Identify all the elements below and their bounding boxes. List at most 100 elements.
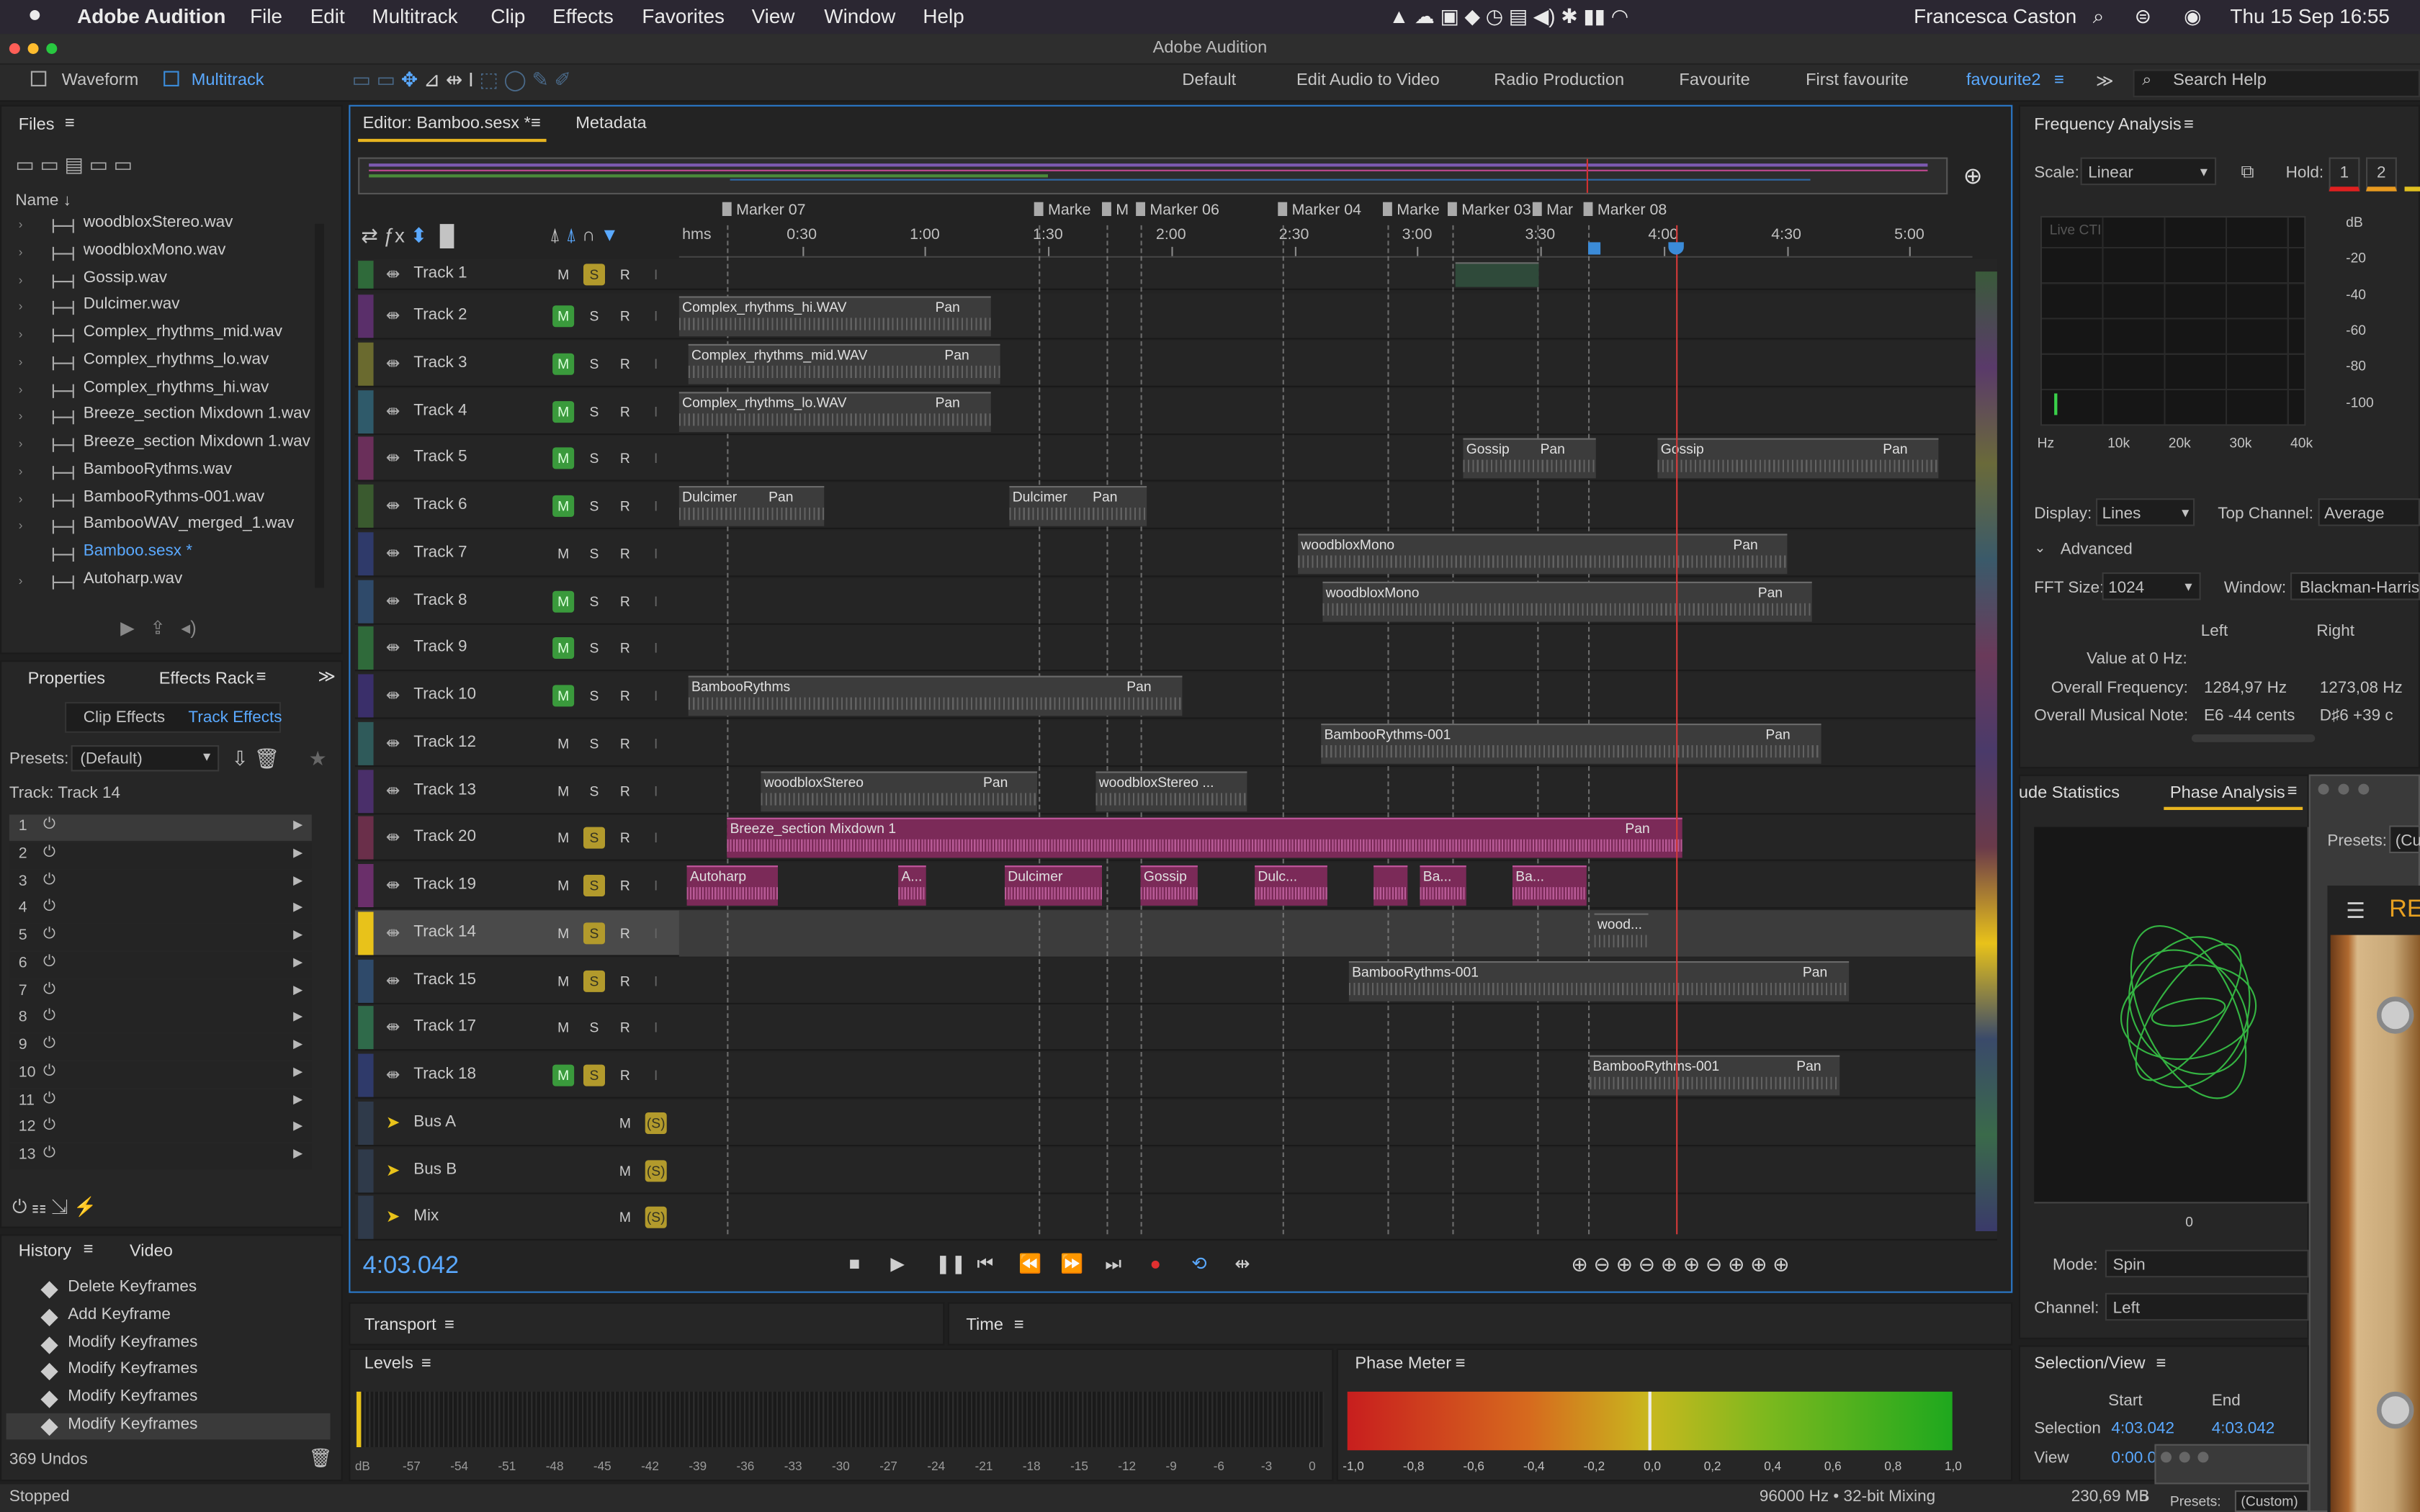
audio-clip[interactable]: woodbloxMono Pan [1298,533,1788,574]
workspace-menu-icon[interactable]: ≡ [2054,71,2064,90]
mute-button[interactable]: M [552,1064,575,1086]
history-item[interactable]: Modify Keyframes [68,1387,197,1405]
skip-button[interactable]: ⇹ [1234,1253,1250,1274]
expand-icon[interactable]: ≫ [318,667,336,687]
file-item[interactable]: BambooRythms.wav [84,459,232,478]
editor-tab[interactable]: Editor: Bamboo.sesx * [363,114,531,133]
solo-button[interactable]: S [583,780,605,801]
effect-slot[interactable]: 11 ⏻ ▶ [9,1088,312,1115]
menu-file[interactable]: File [250,4,282,27]
record-arm-button[interactable]: R [614,1065,636,1086]
panel-menu-icon[interactable]: ≡ [444,1316,454,1335]
solo-button[interactable]: S [583,264,605,286]
track-name[interactable]: Track 20 [413,827,476,846]
plugin-menu-icon[interactable]: ☰ [2346,898,2365,924]
file-item[interactable]: Dulcimer.wav [84,295,180,314]
clip-pan-label[interactable]: Pan [983,774,1008,789]
audio-clip[interactable]: Ba... [1420,865,1466,906]
marker-label[interactable]: M [1116,202,1129,220]
expand-arrow-icon[interactable]: › [19,519,23,533]
record-arm-button[interactable]: R [614,353,636,374]
expand-arrow-icon[interactable]: › [19,327,23,341]
slot-arrow-icon[interactable]: ▶ [293,1037,302,1050]
slot-arrow-icon[interactable]: ▶ [293,955,302,968]
view-start[interactable]: 0:00.0 [2111,1449,2156,1467]
audio-clip[interactable]: woodbloxMono Pan [1322,580,1812,621]
audio-clip[interactable]: Autoharp [686,865,778,906]
expand-arrow-icon[interactable]: › [19,382,23,395]
menu-multitrack[interactable]: Multitrack [372,4,457,27]
chevron-down-icon[interactable]: ⌄ [2034,540,2045,557]
file-item[interactable]: Complex_rhythms_lo.wav [84,350,269,369]
trash-icon[interactable]: 🗑 [309,1447,333,1469]
status-icons[interactable]: ▲ ☁ ▣ ◆ ◷ ▤ ◀) ✱ ▮▮ ◠ [1389,4,1628,29]
effect-slot[interactable]: 4 ⏻ ▶ [9,896,312,923]
marker-label[interactable]: Marke [1397,202,1440,220]
record-arm-button[interactable]: R [614,780,636,801]
solo-button[interactable]: S [583,732,605,754]
mute-button[interactable]: M [614,1159,636,1181]
audio-clip[interactable]: BambooRythms-001 Pan [1321,723,1821,764]
audio-clip[interactable]: BambooRythms-001 Pan [1348,960,1850,1001]
clip-pan-label[interactable]: Pan [936,300,960,315]
marker-icon[interactable] [1034,202,1044,216]
selection-end[interactable]: 4:03.042 [2212,1419,2275,1438]
track-name[interactable]: Bus B [413,1159,457,1178]
search-help-input[interactable]: Search Help [2173,71,2267,90]
track-mode-icons[interactable]: ⍋ ⍋ ∩ ▼ [550,224,619,247]
record-button[interactable]: ● [1150,1253,1161,1274]
audio-clip[interactable]: Complex_rhythms_hi.WAV Pan [678,296,991,337]
track-name[interactable]: Track 13 [413,780,476,798]
file-item[interactable]: Gossip.wav [84,268,167,287]
menu-help[interactable]: Help [923,4,964,27]
marker-icon[interactable] [1532,202,1542,216]
track-row[interactable]: ⇼ Track 17 M S R I [354,1004,1997,1051]
clip-pan-label[interactable]: Pan [1733,536,1757,552]
mute-button[interactable]: M [614,1112,636,1133]
mute-button[interactable]: M [614,1207,636,1228]
slot-arrow-icon[interactable]: ▶ [293,845,302,859]
record-arm-button[interactable]: R [614,264,636,285]
marker-label[interactable]: Marke [1048,202,1091,220]
snapshot-icon[interactable]: ⧉ [2241,161,2254,184]
file-item[interactable]: Bamboo.sesx * [84,541,192,560]
input-monitor-button[interactable]: I [645,922,667,944]
panel-menu-icon[interactable]: ≡ [1456,1354,1466,1373]
menu-edit[interactable]: Edit [310,4,345,27]
track-name[interactable]: Track 8 [413,590,467,609]
go-to-start-button[interactable]: ⏮ [977,1253,993,1276]
workspace-favourite[interactable]: Favourite [1679,71,1749,90]
hold-3-button[interactable] [2404,158,2420,192]
track-row[interactable]: ⇼ Track 14 M S R I [354,909,1997,957]
clip-pan-label[interactable]: Pan [1883,441,1907,456]
solo-button[interactable]: S [583,590,605,612]
solo-button[interactable]: S [583,305,605,327]
marker-icon[interactable] [1583,202,1593,216]
power-icon[interactable]: ⏻ [43,871,55,888]
panel-menu-icon[interactable]: ≡ [1014,1316,1024,1335]
search-icon[interactable]: ⌕ [2093,4,2105,29]
slot-arrow-icon[interactable]: ▶ [293,1146,302,1160]
panel-menu-icon[interactable]: ≡ [256,668,266,687]
solo-button[interactable]: S [583,1064,605,1086]
selection-handle[interactable] [1588,242,1601,255]
file-item[interactable]: Breeze_section Mixdown 1.wav * [84,405,321,423]
slot-arrow-icon[interactable]: ▶ [293,1009,302,1023]
record-arm-button[interactable]: R [614,400,636,422]
expand-arrow-icon[interactable]: › [19,217,23,231]
slot-arrow-icon[interactable]: ▶ [293,900,302,914]
power-icon[interactable]: ⏻ [43,816,55,834]
track-name[interactable]: Mix [413,1207,439,1225]
history-item[interactable]: Modify Keyframes [68,1414,197,1433]
solo-button[interactable]: (S) [645,1207,667,1229]
solo-button[interactable]: S [583,638,605,660]
power-icon[interactable]: ⏻ [43,899,55,916]
track-name[interactable]: Track 17 [413,1017,476,1036]
files-name-column[interactable]: Name ↓ [15,192,71,210]
marker-label[interactable]: Marker 04 [1292,202,1361,220]
solo-button[interactable]: S [583,495,605,517]
audio-clip[interactable]: Ba... [1512,865,1587,906]
expand-arrow-icon[interactable]: › [19,574,23,588]
power-icon[interactable]: ⏻ [43,1090,55,1107]
amplitude-statistics-tab[interactable]: ude Statistics [2019,784,2120,803]
